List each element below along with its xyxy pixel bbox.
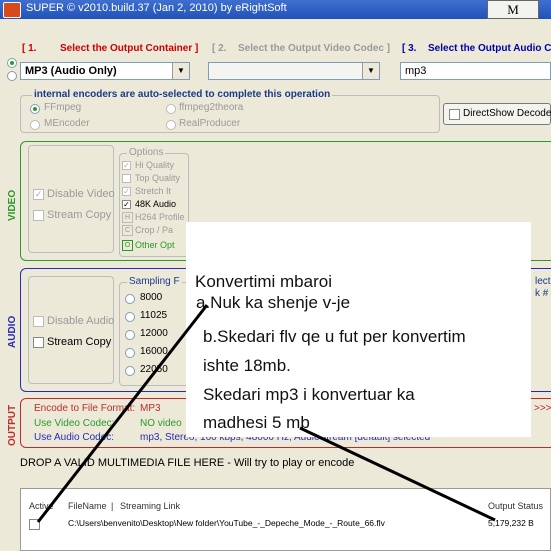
arrow-to-active-checkbox: [36, 304, 209, 523]
arrow-to-output-status: [299, 426, 496, 522]
annotation-arrows: [36, 304, 496, 523]
